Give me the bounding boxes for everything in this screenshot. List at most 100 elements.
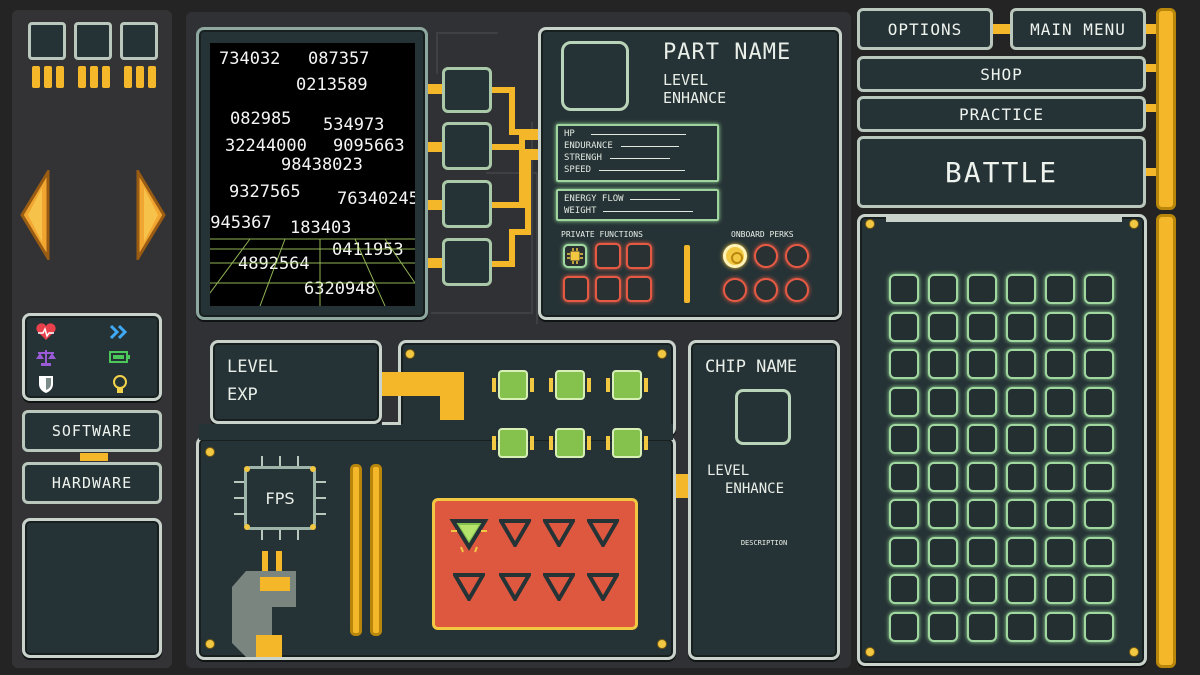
- perk-slot[interactable]: [785, 278, 809, 302]
- inventory-slot[interactable]: [1084, 536, 1114, 567]
- inventory-slot[interactable]: [889, 536, 919, 567]
- triangle-down-icon[interactable]: [543, 573, 575, 601]
- inventory-slot[interactable]: [1084, 424, 1114, 454]
- inventory-slot[interactable]: [1084, 574, 1114, 604]
- triangle-down-icon[interactable]: [587, 573, 619, 601]
- inventory-slot[interactable]: [1084, 611, 1114, 642]
- triangle-down-icon[interactable]: [499, 519, 531, 547]
- inventory-slot[interactable]: [1084, 311, 1114, 342]
- inventory-slot[interactable]: [889, 461, 919, 492]
- microchip-5[interactable]: [549, 428, 591, 458]
- chip-slot-1[interactable]: [28, 22, 66, 60]
- inventory-slot[interactable]: [1084, 461, 1114, 492]
- inventory-slot[interactable]: [1006, 574, 1036, 604]
- inventory-slot[interactable]: [889, 386, 919, 417]
- function-slot[interactable]: [626, 243, 652, 269]
- microchip-1[interactable]: [492, 370, 534, 400]
- microchip-4[interactable]: [492, 428, 534, 458]
- battle-button[interactable]: BATTLE: [857, 136, 1146, 208]
- inventory-slot[interactable]: [967, 311, 997, 342]
- inventory-slot[interactable]: [1084, 386, 1114, 417]
- inventory-slot[interactable]: [928, 424, 958, 454]
- inventory-slot[interactable]: [889, 274, 919, 304]
- main-menu-button[interactable]: MAIN MENU: [1010, 8, 1146, 50]
- inventory-slot[interactable]: [1006, 536, 1036, 567]
- prev-arrow-button[interactable]: [20, 166, 50, 264]
- inventory-slot[interactable]: [1006, 311, 1036, 342]
- inventory-slot[interactable]: [1045, 274, 1075, 304]
- triangle-down-icon[interactable]: [543, 519, 575, 547]
- inventory-slot[interactable]: [928, 499, 958, 529]
- triangle-down-icon[interactable]: [587, 519, 619, 547]
- perk-slot-active[interactable]: [723, 244, 747, 268]
- inventory-slot[interactable]: [1006, 274, 1036, 304]
- triangle-down-icon[interactable]: [499, 573, 531, 601]
- perk-slot[interactable]: [754, 278, 778, 302]
- inventory-slot[interactable]: [1006, 386, 1036, 417]
- inventory-slot[interactable]: [928, 574, 958, 604]
- function-slot[interactable]: [595, 276, 621, 302]
- inventory-slot[interactable]: [1045, 574, 1075, 604]
- inventory-slot[interactable]: [1006, 611, 1036, 642]
- inventory-slot[interactable]: [928, 536, 958, 567]
- practice-button[interactable]: PRACTICE: [857, 96, 1146, 132]
- perk-slot[interactable]: [754, 244, 778, 268]
- inventory-slot[interactable]: [1006, 499, 1036, 529]
- function-slot-active[interactable]: [563, 244, 587, 268]
- inventory-slot[interactable]: [889, 424, 919, 454]
- chip-slot-3[interactable]: [120, 22, 158, 60]
- inventory-slot[interactable]: [1045, 386, 1075, 417]
- socket-slot-1[interactable]: [442, 67, 492, 113]
- inventory-slot[interactable]: [928, 311, 958, 342]
- software-button[interactable]: SOFTWARE: [22, 410, 162, 452]
- microchip-3[interactable]: [606, 370, 648, 400]
- inventory-slot[interactable]: [1084, 349, 1114, 379]
- inventory-slot[interactable]: [967, 574, 997, 604]
- socket-slot-2[interactable]: [442, 122, 492, 170]
- inventory-slot[interactable]: [1045, 499, 1075, 529]
- inventory-slot[interactable]: [889, 349, 919, 379]
- inventory-slot[interactable]: [967, 611, 997, 642]
- function-slot[interactable]: [626, 276, 652, 302]
- inventory-slot[interactable]: [889, 574, 919, 604]
- inventory-slot[interactable]: [1084, 274, 1114, 304]
- inventory-slot[interactable]: [1006, 461, 1036, 492]
- microchip-2[interactable]: [549, 370, 591, 400]
- inventory-slot[interactable]: [1045, 461, 1075, 492]
- options-button[interactable]: OPTIONS: [857, 8, 993, 50]
- inventory-slot[interactable]: [967, 274, 997, 304]
- inventory-slot[interactable]: [1045, 349, 1075, 379]
- inventory-slot[interactable]: [889, 611, 919, 642]
- inventory-slot[interactable]: [928, 349, 958, 379]
- inventory-slot[interactable]: [1045, 424, 1075, 454]
- socket-slot-3[interactable]: [442, 180, 492, 228]
- inventory-slot[interactable]: [1045, 611, 1075, 642]
- shop-button[interactable]: SHOP: [857, 56, 1146, 92]
- inventory-slot[interactable]: [928, 461, 958, 492]
- inventory-slot[interactable]: [967, 499, 997, 529]
- perk-slot[interactable]: [785, 244, 809, 268]
- inventory-slot[interactable]: [1006, 349, 1036, 379]
- perk-slot[interactable]: [723, 278, 747, 302]
- hardware-button[interactable]: HARDWARE: [22, 462, 162, 504]
- inventory-slot[interactable]: [967, 386, 997, 417]
- inventory-slot[interactable]: [1045, 536, 1075, 567]
- inventory-slot[interactable]: [967, 536, 997, 567]
- inventory-slot[interactable]: [928, 611, 958, 642]
- inventory-slot[interactable]: [967, 349, 997, 379]
- inventory-slot[interactable]: [1045, 311, 1075, 342]
- triangle-down-icon[interactable]: [453, 573, 485, 601]
- inventory-slot[interactable]: [889, 499, 919, 529]
- socket-slot-4[interactable]: [442, 238, 492, 286]
- inventory-slot[interactable]: [1084, 499, 1114, 529]
- function-slot[interactable]: [563, 276, 589, 302]
- inventory-slot[interactable]: [967, 461, 997, 492]
- chip-slot-2[interactable]: [74, 22, 112, 60]
- triangle-selected-icon[interactable]: [449, 517, 489, 553]
- inventory-slot[interactable]: [967, 424, 997, 454]
- function-slot[interactable]: [595, 243, 621, 269]
- inventory-slot[interactable]: [928, 274, 958, 304]
- microchip-6[interactable]: [606, 428, 648, 458]
- inventory-slot[interactable]: [928, 386, 958, 417]
- inventory-slot[interactable]: [1006, 424, 1036, 454]
